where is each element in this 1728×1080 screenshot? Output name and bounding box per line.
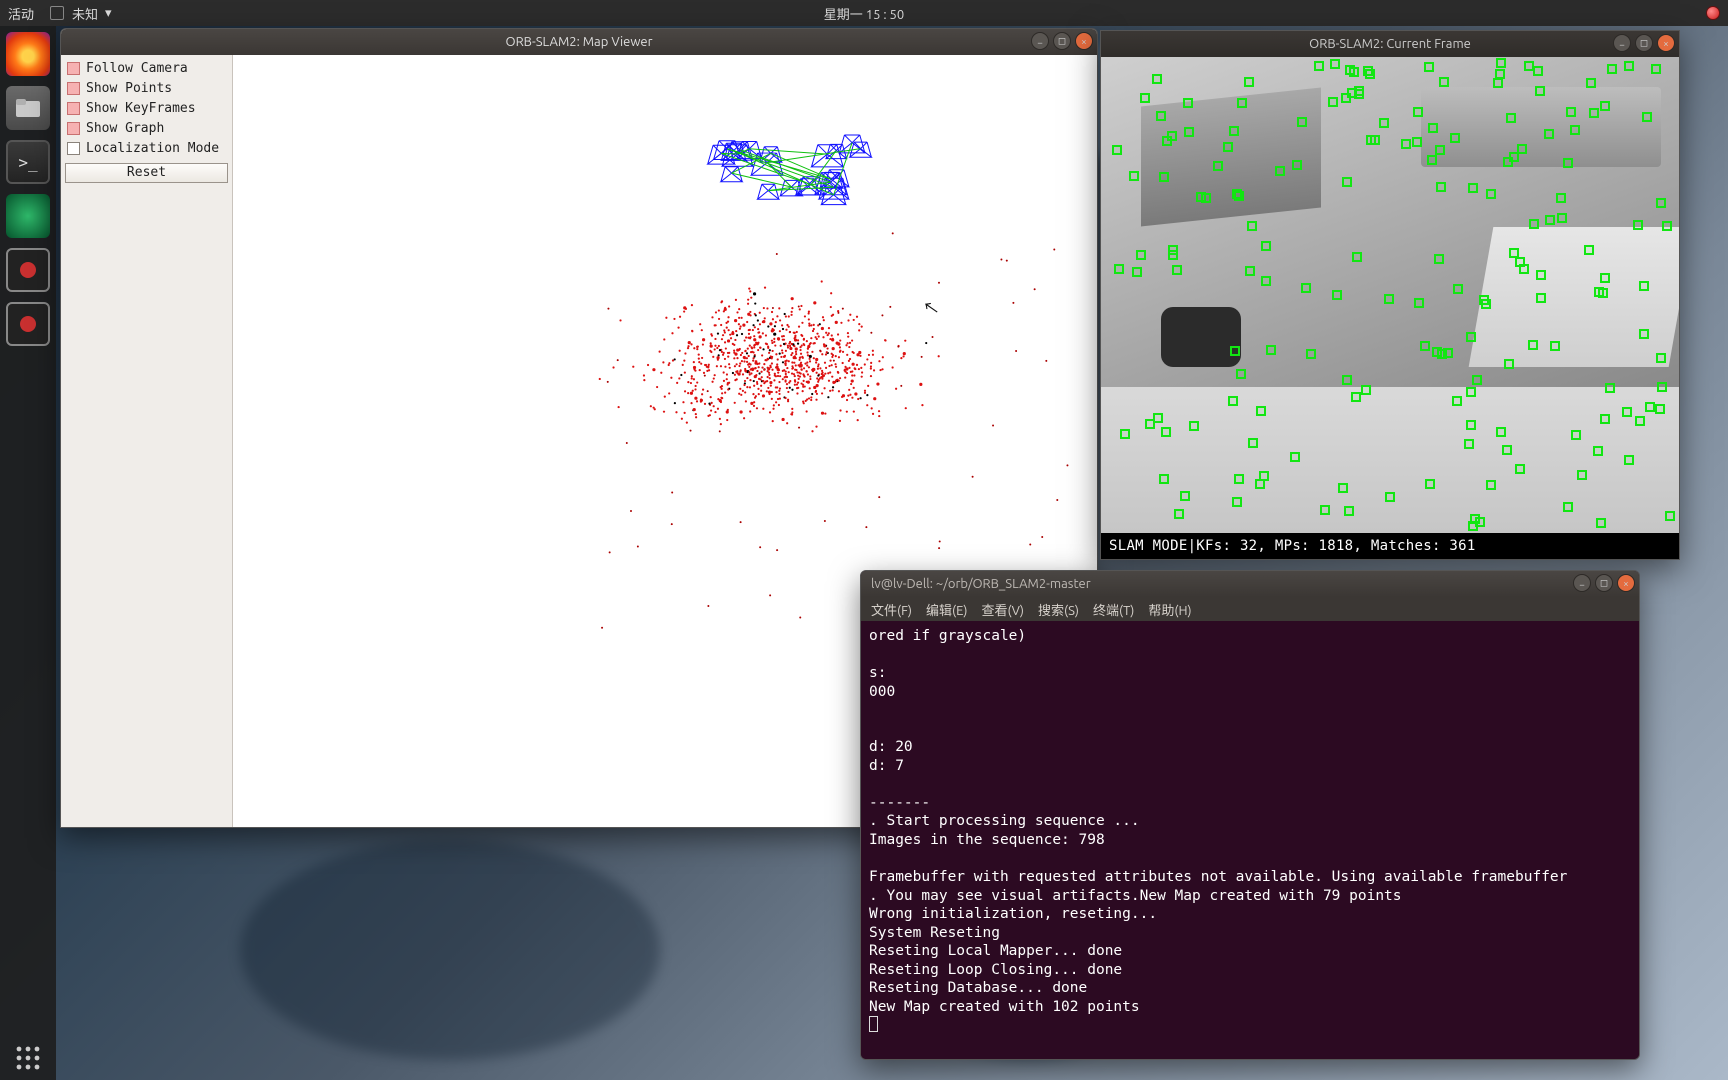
close-button[interactable]: × <box>1657 34 1675 52</box>
current-frame-title: ORB-SLAM2: Current Frame <box>1309 37 1471 51</box>
menu-view[interactable]: 查看(V) <box>982 600 1024 619</box>
map-viewer-sidepanel: Follow Camera Show Points Show KeyFrames… <box>61 55 233 827</box>
terminal-output[interactable]: ored if grayscale) s: 000 d: 20 d: 7 ---… <box>861 621 1639 1059</box>
localization-mode-checkbox[interactable]: Localization Mode <box>65 139 228 158</box>
show-points-checkbox[interactable]: Show Points <box>65 79 228 98</box>
frame-statusbar: SLAM MODE | KFs: 32, MPs: 1818, Matches:… <box>1101 533 1679 559</box>
minimize-button[interactable]: ‒ <box>1613 34 1631 52</box>
close-button[interactable]: × <box>1075 32 1093 50</box>
maximize-button[interactable]: ◻ <box>1595 574 1613 592</box>
map-viewer-titlebar[interactable]: ORB-SLAM2: Map Viewer ‒ ◻ × <box>61 29 1097 55</box>
menu-search[interactable]: 搜索(S) <box>1038 600 1079 619</box>
show-keyframes-checkbox[interactable]: Show KeyFrames <box>65 99 228 118</box>
terminal-window: lv@lv-Dell: ~/orb/ORB_SLAM2-master ‒ ◻ ×… <box>860 570 1640 1060</box>
close-button[interactable]: × <box>1617 574 1635 592</box>
dock-recorder2-icon[interactable] <box>6 302 50 346</box>
terminal-menubar: 文件(F) 编辑(E) 查看(V) 搜索(S) 终端(T) 帮助(H) <box>861 597 1639 621</box>
notification-icon[interactable] <box>1706 6 1720 20</box>
clock[interactable]: 星期一 15 : 50 <box>824 4 904 23</box>
dock <box>0 26 56 1080</box>
menu-help[interactable]: 帮助(H) <box>1148 600 1191 619</box>
minimize-button[interactable]: ‒ <box>1031 32 1049 50</box>
current-frame-image <box>1101 57 1679 533</box>
dock-globe-icon[interactable] <box>6 194 50 238</box>
follow-camera-checkbox[interactable]: Follow Camera <box>65 59 228 78</box>
minimize-button[interactable]: ‒ <box>1573 574 1591 592</box>
show-graph-checkbox[interactable]: Show Graph <box>65 119 228 138</box>
menu-terminal[interactable]: 终端(T) <box>1093 600 1134 619</box>
status-detail: KFs: 32, MPs: 1818, Matches: 361 <box>1196 538 1475 554</box>
current-frame-titlebar[interactable]: ORB-SLAM2: Current Frame ‒ ◻ × <box>1101 31 1679 57</box>
dock-terminal-icon[interactable] <box>6 140 50 184</box>
current-frame-window: ORB-SLAM2: Current Frame ‒ ◻ × SLAM MODE… <box>1100 30 1680 560</box>
reset-button[interactable]: Reset <box>65 163 228 183</box>
dock-recorder-icon[interactable] <box>6 248 50 292</box>
gnome-topbar: 活动 未知 ▾ 星期一 15 : 50 <box>0 0 1728 26</box>
dock-firefox-icon[interactable] <box>6 32 50 76</box>
map-viewer-title: ORB-SLAM2: Map Viewer <box>505 35 652 49</box>
menu-edit[interactable]: 编辑(E) <box>926 600 967 619</box>
dock-files-icon[interactable] <box>6 86 50 130</box>
terminal-title: lv@lv-Dell: ~/orb/ORB_SLAM2-master <box>871 577 1091 591</box>
activities-button[interactable]: 活动 <box>8 4 34 23</box>
maximize-button[interactable]: ◻ <box>1635 34 1653 52</box>
app-menu[interactable]: 未知 ▾ <box>50 4 112 23</box>
menu-file[interactable]: 文件(F) <box>871 600 912 619</box>
terminal-titlebar[interactable]: lv@lv-Dell: ~/orb/ORB_SLAM2-master ‒ ◻ × <box>861 571 1639 597</box>
status-mode: SLAM MODE <box>1109 538 1188 554</box>
dock-apps-icon[interactable] <box>6 1036 50 1080</box>
system-tray[interactable] <box>1706 6 1720 20</box>
maximize-button[interactable]: ◻ <box>1053 32 1071 50</box>
